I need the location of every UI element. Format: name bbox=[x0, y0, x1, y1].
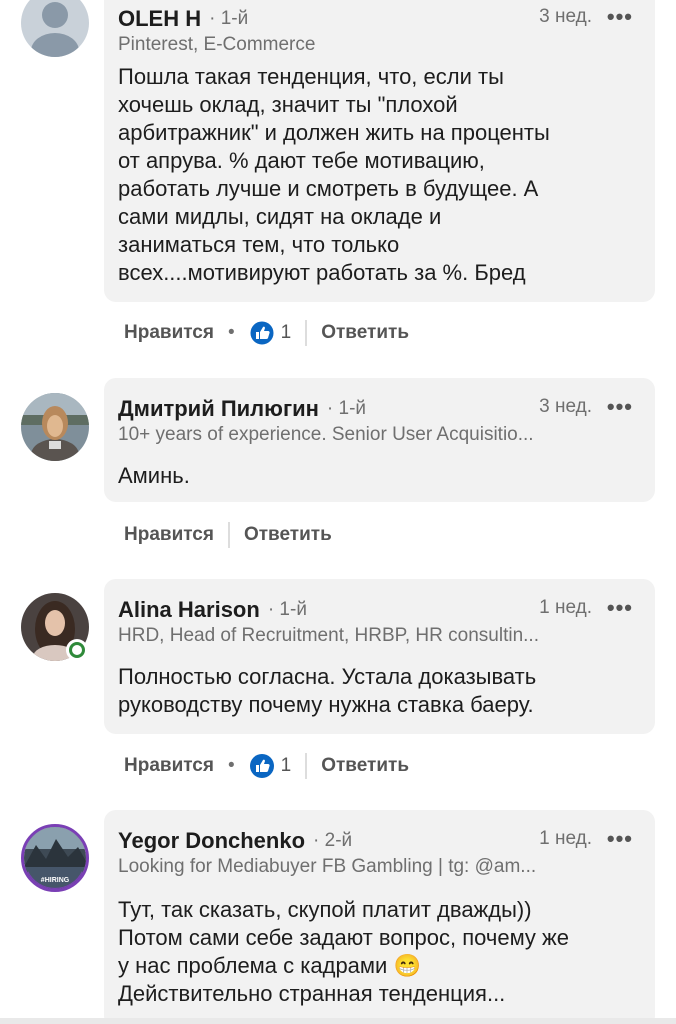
action-divider bbox=[305, 753, 308, 779]
comment-text-line: Пошла такая тенденция, что, если ты bbox=[118, 64, 504, 89]
comment-time: 1 нед. bbox=[539, 597, 592, 618]
comment-actions: Нравится • 1 Ответить bbox=[124, 318, 409, 348]
comment-text-line: Тут, так сказать, скупой платит дважды)) bbox=[118, 897, 532, 922]
like-reaction-icon[interactable] bbox=[249, 320, 275, 346]
more-options-icon[interactable]: ••• bbox=[607, 2, 633, 32]
reply-button[interactable]: Ответить bbox=[321, 322, 409, 344]
comment-time: 1 нед. bbox=[539, 828, 592, 849]
more-options-icon[interactable]: ••• bbox=[607, 392, 633, 422]
comment-text-line: у нас проблема с кадрами 😁 bbox=[118, 953, 421, 978]
comment-bubble: Дмитрий Пилюгин · 1-й 3 нед. ••• 10+ yea… bbox=[104, 378, 655, 502]
like-button[interactable]: Нравится bbox=[124, 322, 214, 344]
default-avatar-icon bbox=[21, 0, 89, 57]
author-row: Дмитрий Пилюгин · 1-й bbox=[118, 394, 366, 424]
comment-text-line: работать лучше и смотреть в будущее. А bbox=[118, 176, 539, 201]
profile-photo bbox=[21, 393, 89, 461]
author-headline: Looking for Mediabuyer FB Gambling | tg:… bbox=[118, 856, 537, 877]
action-divider bbox=[305, 320, 308, 346]
comment-bubble: Alina Harison · 1-й 1 нед. ••• HRD, Head… bbox=[104, 579, 655, 734]
like-button[interactable]: Нравится bbox=[124, 524, 214, 546]
more-options-icon[interactable]: ••• bbox=[607, 593, 633, 623]
comment-text: Аминь. bbox=[118, 462, 648, 490]
comment-text: Тут, так сказать, скупой платит дважды))… bbox=[118, 896, 648, 1008]
comment-text-line: Полностью согласна. Устала доказывать bbox=[118, 664, 537, 689]
avatar[interactable] bbox=[21, 393, 89, 461]
comment-text-line: заниматься тем, что только bbox=[118, 232, 400, 257]
comment-text-line: Аминь. bbox=[118, 463, 190, 488]
connection-degree: · 1-й bbox=[267, 599, 307, 620]
author-row: Alina Harison · 1-й bbox=[118, 595, 307, 625]
comment-text-line: Потом сами себе задают вопрос, почему же bbox=[118, 925, 569, 950]
comment-text-line: всех....мотивируют работать за %. Бред bbox=[118, 260, 526, 285]
author-row: Yegor Donchenko · 2-й bbox=[118, 826, 352, 856]
reaction-count[interactable]: 1 bbox=[281, 322, 292, 344]
comment-bubble: Yegor Donchenko · 2-й 1 нед. ••• Looking… bbox=[104, 810, 655, 1024]
comment-bubble: OLEH H · 1-й 3 нед. ••• Pinterest, E-Com… bbox=[104, 0, 655, 302]
bottom-divider bbox=[0, 1018, 676, 1024]
more-options-icon[interactable]: ••• bbox=[607, 824, 633, 854]
author-headline: HRD, Head of Recruitment, HRBP, HR consu… bbox=[118, 625, 539, 646]
comment-text-line: от апрува. % дают тебе мотивацию, bbox=[118, 148, 485, 173]
separator-dot: • bbox=[227, 755, 235, 776]
comment-time: 3 нед. bbox=[539, 396, 592, 417]
avatar[interactable]: #HIRING bbox=[21, 824, 89, 892]
separator-dot: • bbox=[227, 322, 235, 343]
comment-text-line: руководству почему нужна ставка баеру. bbox=[118, 692, 534, 717]
comment-actions: Нравится • 1 Ответить bbox=[124, 751, 409, 781]
author-headline: Pinterest, E-Commerce bbox=[118, 34, 316, 55]
reaction-count[interactable]: 1 bbox=[281, 755, 292, 777]
author-headline: 10+ years of experience. Senior User Acq… bbox=[118, 424, 534, 445]
action-divider bbox=[227, 522, 230, 548]
comment-text-line: Действительно странная тенденция... bbox=[118, 981, 506, 1006]
comment-time: 3 нед. bbox=[539, 6, 592, 27]
reply-button[interactable]: Ответить bbox=[244, 524, 332, 546]
comments-feed: OLEH H · 1-й 3 нед. ••• Pinterest, E-Com… bbox=[0, 0, 676, 1024]
comment-text-line: хочешь оклад, значит ты "плохой bbox=[118, 92, 458, 117]
connection-degree: · 2-й bbox=[313, 830, 353, 851]
comment-actions: Нравится Ответить bbox=[124, 520, 332, 550]
connection-degree: · 1-й bbox=[326, 398, 367, 419]
author-row: OLEH H · 1-й bbox=[118, 4, 248, 34]
reply-button[interactable]: Ответить bbox=[321, 755, 409, 777]
avatar[interactable] bbox=[21, 0, 89, 57]
online-status-icon bbox=[66, 639, 88, 661]
author-name[interactable]: Дмитрий Пилюгин bbox=[118, 396, 319, 422]
like-reaction-icon[interactable] bbox=[249, 753, 275, 779]
comment-text-line: арбитражник" и должен жить на проценты bbox=[118, 120, 550, 145]
comment-text: Полностью согласна. Устала доказывать ру… bbox=[118, 663, 648, 719]
comment-text-line: сами мидлы, сидят на окладе и bbox=[118, 204, 442, 229]
author-name[interactable]: OLEH H bbox=[118, 6, 201, 32]
like-button[interactable]: Нравится bbox=[124, 755, 214, 777]
hiring-badge-text: #HIRING bbox=[41, 877, 70, 884]
profile-photo: #HIRING bbox=[24, 827, 86, 889]
author-name[interactable]: Alina Harison bbox=[118, 597, 260, 623]
author-name[interactable]: Yegor Donchenko bbox=[118, 828, 305, 854]
comment-text: Пошла такая тенденция, что, если ты хоче… bbox=[118, 63, 648, 287]
connection-degree: · 1-й bbox=[209, 8, 249, 29]
